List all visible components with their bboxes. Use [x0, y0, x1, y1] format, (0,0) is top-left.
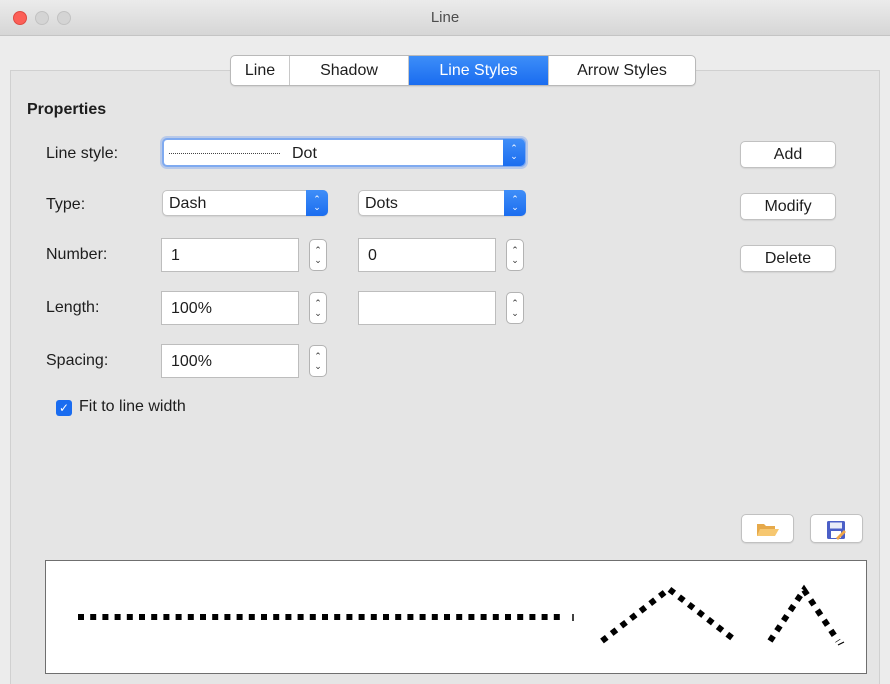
- length-label: Length:: [46, 299, 100, 316]
- spacing-value: 100%: [171, 353, 212, 370]
- length-stepper-1[interactable]: ⌃ ⌄: [309, 292, 327, 324]
- number-field-1[interactable]: 1: [161, 238, 299, 272]
- delete-button[interactable]: Delete: [740, 245, 836, 272]
- length-stepper-2[interactable]: ⌃ ⌄: [506, 292, 524, 324]
- type-value-2: Dots: [365, 195, 398, 212]
- line-style-preview: [45, 560, 867, 674]
- tab-line[interactable]: Line: [231, 56, 290, 85]
- dot-line-sample: [169, 153, 281, 154]
- line-style-select[interactable]: Dot ⌃ ⌄: [162, 138, 526, 167]
- type-select-1[interactable]: Dash ⌃ ⌄: [162, 190, 328, 216]
- tab-arrow-styles[interactable]: Arrow Styles: [549, 56, 695, 85]
- spacing-field[interactable]: 100%: [161, 344, 299, 378]
- length-field-2[interactable]: [358, 291, 496, 325]
- line-style-value: Dot: [292, 145, 317, 162]
- properties-heading: Properties: [27, 101, 107, 118]
- number-field-2[interactable]: 0: [358, 238, 496, 272]
- load-line-styles-button[interactable]: [741, 514, 794, 543]
- number-label: Number:: [46, 246, 108, 263]
- chevron-updown-icon: ⌃ ⌄: [503, 139, 525, 166]
- number-stepper-1[interactable]: ⌃ ⌄: [309, 239, 327, 271]
- modify-button[interactable]: Modify: [740, 193, 836, 220]
- folder-open-icon: [757, 524, 779, 536]
- title-bar: Line: [0, 0, 890, 36]
- chevron-updown-icon: ⌃ ⌄: [504, 190, 526, 216]
- add-button[interactable]: Add: [740, 141, 836, 168]
- tab-shadow[interactable]: Shadow: [290, 56, 409, 85]
- fit-to-line-width-checkbox[interactable]: ✓: [56, 400, 72, 416]
- save-line-styles-button[interactable]: [810, 514, 863, 543]
- spacing-label: Spacing:: [46, 352, 109, 369]
- type-label: Type:: [46, 196, 86, 213]
- chevron-updown-icon: ⌃ ⌄: [306, 190, 328, 216]
- tab-line-styles[interactable]: Line Styles: [409, 56, 549, 85]
- line-style-label: Line style:: [46, 145, 119, 162]
- spacing-stepper[interactable]: ⌃ ⌄: [309, 345, 327, 377]
- type-select-2[interactable]: Dots ⌃ ⌄: [358, 190, 526, 216]
- window-title: Line: [430, 9, 460, 26]
- preview-line-drawing: [78, 584, 845, 646]
- length-value-1: 100%: [171, 300, 212, 317]
- number-value-2: 0: [368, 247, 377, 264]
- type-value-1: Dash: [169, 195, 207, 212]
- fit-to-line-width-label: Fit to line width: [79, 398, 186, 415]
- length-field-1[interactable]: 100%: [161, 291, 299, 325]
- number-stepper-2[interactable]: ⌃ ⌄: [506, 239, 524, 271]
- tab-bar: Line Shadow Line Styles Arrow Styles: [230, 55, 696, 86]
- number-value-1: 1: [171, 247, 180, 264]
- save-icon: [827, 521, 846, 540]
